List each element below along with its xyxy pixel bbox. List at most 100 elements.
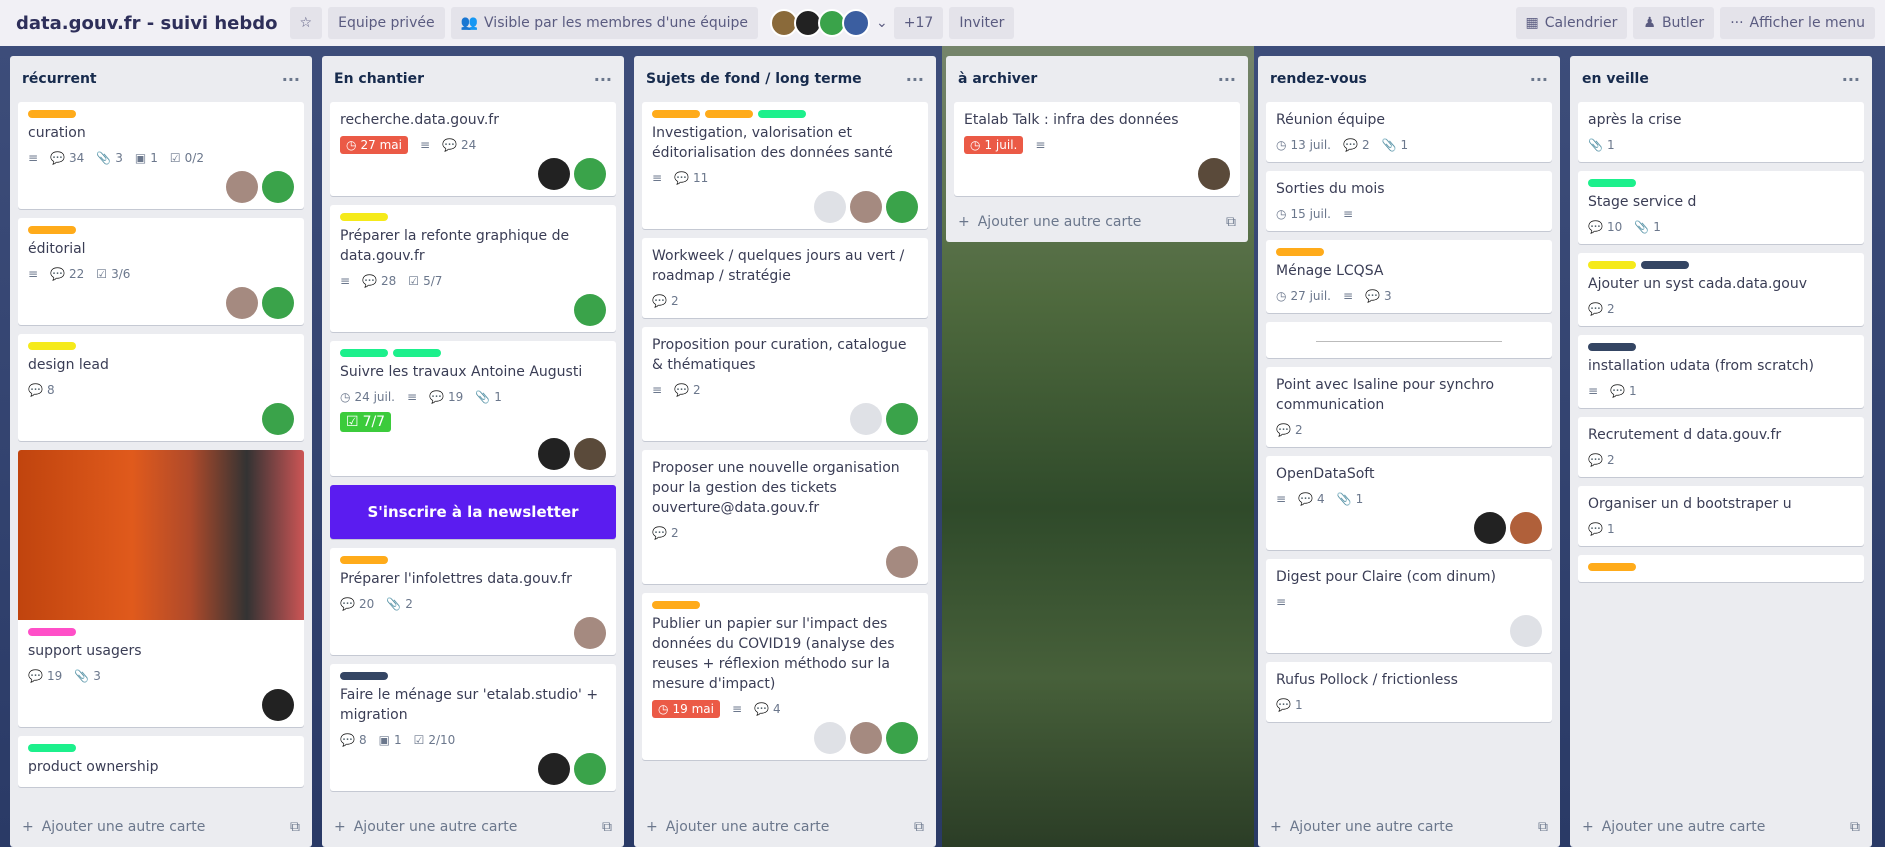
avatar[interactable] [814, 191, 846, 223]
card[interactable]: après la crise 📎 1 [1578, 102, 1864, 162]
more-icon[interactable]: ··· [1218, 70, 1236, 89]
avatar[interactable] [262, 171, 294, 203]
avatar[interactable] [262, 287, 294, 319]
avatar[interactable] [226, 287, 258, 319]
avatar[interactable] [574, 617, 606, 649]
label[interactable] [1641, 261, 1689, 269]
board-title[interactable]: data.gouv.fr - suivi hebdo [10, 13, 284, 34]
label[interactable] [1588, 343, 1636, 351]
avatar[interactable] [814, 722, 846, 754]
avatar[interactable] [262, 689, 294, 721]
label[interactable] [340, 213, 388, 221]
card[interactable]: recherche.data.gouv.fr ◷ 27 mai ≡ 💬 24 [330, 102, 616, 196]
due-date-badge[interactable]: ◷ 1 juil. [964, 136, 1024, 154]
card[interactable]: Organiser un d bootstraper u 💬 1 [1578, 486, 1864, 546]
due-date-badge[interactable]: ◷ 27 mai [340, 136, 408, 154]
card[interactable]: Préparer la refonte graphique de data.go… [330, 205, 616, 332]
list-title[interactable]: rendez-vous [1270, 71, 1367, 87]
list-title[interactable]: En chantier [334, 71, 424, 87]
more-icon[interactable]: ··· [906, 70, 924, 89]
label[interactable] [1276, 248, 1324, 256]
card[interactable]: Recrutement d data.gouv.fr 💬 2 [1578, 417, 1864, 477]
avatar[interactable] [886, 722, 918, 754]
card[interactable]: Suivre les travaux Antoine Augusti ◷ 24 ju… [330, 341, 616, 476]
list-title[interactable]: en veille [1582, 71, 1649, 87]
template-icon[interactable]: ⧉ [1226, 214, 1236, 230]
card[interactable]: Proposition pour curation, catalogue & t… [642, 327, 928, 441]
team-button[interactable]: Equipe privée [328, 7, 445, 39]
avatar[interactable] [1510, 615, 1542, 647]
calendar-button[interactable]: ▦ Calendrier [1515, 7, 1628, 39]
label[interactable] [1588, 261, 1636, 269]
card[interactable]: Etalab Talk : infra des données ◷ 1 juil. ≡ [954, 102, 1240, 196]
star-button[interactable]: ☆ [289, 7, 323, 39]
avatar[interactable] [262, 403, 294, 435]
avatar[interactable] [1474, 512, 1506, 544]
label[interactable] [28, 628, 76, 636]
avatar[interactable] [886, 403, 918, 435]
template-icon[interactable]: ⧉ [602, 819, 612, 835]
card[interactable]: support usagers 💬 19 📎 3 [18, 450, 304, 727]
avatar[interactable] [574, 438, 606, 470]
visibility-button[interactable]: 👥 Visible par les membres d'une équipe [450, 7, 759, 39]
label[interactable] [28, 342, 76, 350]
avatar[interactable] [538, 753, 570, 785]
more-icon[interactable]: ··· [594, 70, 612, 89]
board-members[interactable] [770, 9, 871, 37]
add-card-button[interactable]: + Ajouter une autre carte ⧉ [322, 807, 624, 847]
avatar[interactable] [850, 403, 882, 435]
avatar[interactable] [1198, 158, 1230, 190]
separator-card[interactable] [1266, 322, 1552, 358]
avatar[interactable] [886, 546, 918, 578]
card[interactable]: Préparer l'infolettres data.gouv.fr 💬 20 📎 2 [330, 548, 616, 655]
card[interactable]: design lead 💬 8 [18, 334, 304, 441]
add-card-button[interactable]: + Ajouter une autre carte ⧉ [946, 202, 1248, 242]
avatar[interactable] [574, 294, 606, 326]
show-menu-button[interactable]: ··· Afficher le menu [1720, 7, 1875, 39]
label[interactable] [1588, 563, 1636, 571]
label[interactable] [340, 556, 388, 564]
add-card-button[interactable]: + Ajouter une autre carte ⧉ [10, 807, 312, 847]
label[interactable] [28, 110, 76, 118]
card[interactable]: curation ≡ 💬 34 📎 3 ▣ 1 ☑ 0/2 [18, 102, 304, 209]
avatar[interactable] [574, 753, 606, 785]
card[interactable]: Digest pour Claire (com dinum) ≡ [1266, 559, 1552, 653]
template-icon[interactable]: ⧉ [290, 819, 300, 835]
template-icon[interactable]: ⧉ [1850, 819, 1860, 835]
avatar[interactable] [538, 438, 570, 470]
label[interactable] [758, 110, 806, 118]
add-card-button[interactable]: + Ajouter une autre carte ⧉ [1258, 807, 1560, 847]
label[interactable] [28, 744, 76, 752]
card[interactable]: Ajouter un syst cada.data.gouv 💬 2 [1578, 253, 1864, 326]
more-icon[interactable]: ··· [282, 70, 300, 89]
chevron-down-icon[interactable]: ⌄ [876, 15, 888, 31]
avatar[interactable] [850, 191, 882, 223]
label[interactable] [1588, 179, 1636, 187]
card[interactable]: Réunion équipe ◷ 13 juil. 💬 2 📎 1 [1266, 102, 1552, 162]
card[interactable]: Publier un papier sur l'impact des donné… [642, 593, 928, 760]
due-date-badge[interactable]: ◷ 19 mai [652, 700, 720, 718]
label[interactable] [340, 672, 388, 680]
card[interactable]: éditorial ≡ 💬 22 ☑ 3/6 [18, 218, 304, 325]
card[interactable]: OpenDataSoft ≡ 💬 4 📎 1 [1266, 456, 1552, 550]
card[interactable]: Stage service d 💬 10 📎 1 [1578, 171, 1864, 244]
list-title[interactable]: à archiver [958, 71, 1037, 87]
avatar[interactable] [574, 158, 606, 190]
card[interactable]: Point avec Isaline pour synchro communic… [1266, 367, 1552, 447]
add-card-button[interactable]: + Ajouter une autre carte ⧉ [1570, 807, 1872, 847]
extra-members-button[interactable]: +17 [893, 7, 944, 39]
card[interactable]: product ownership [18, 736, 304, 787]
avatar[interactable] [226, 171, 258, 203]
card[interactable]: installation udata (from scratch) ≡ 💬 1 [1578, 335, 1864, 408]
label[interactable] [28, 226, 76, 234]
avatar[interactable] [842, 9, 871, 37]
more-icon[interactable]: ··· [1842, 70, 1860, 89]
card[interactable] [1578, 555, 1864, 582]
template-icon[interactable]: ⧉ [1538, 819, 1548, 835]
avatar[interactable] [1510, 512, 1542, 544]
card[interactable]: Faire le ménage sur 'etalab.studio' + mi… [330, 664, 616, 791]
butler-button[interactable]: ♟ Butler [1633, 7, 1715, 39]
label[interactable] [705, 110, 753, 118]
avatar[interactable] [538, 158, 570, 190]
list-title[interactable]: Sujets de fond / long terme [646, 71, 862, 87]
